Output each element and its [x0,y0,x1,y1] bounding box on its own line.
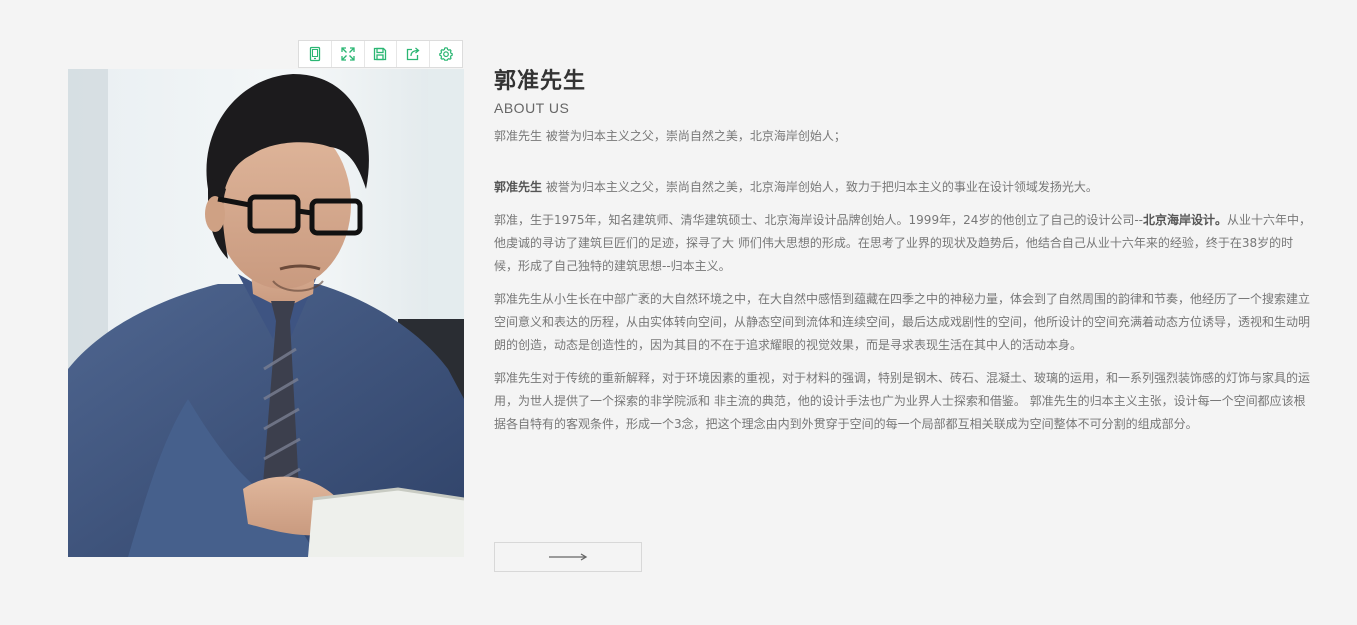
arrow-right-icon [549,553,588,561]
paragraph-1-text: 被誉为归本主义之父，崇尚自然之美，北京海岸创始人，致力于把归本主义的事业在设计领… [542,180,1098,194]
paragraph-3: 郭准先生从小生长在中部广袤的大自然环境之中，在大自然中感悟到蕴藏在四季之中的神秘… [494,292,1311,352]
paragraph-2: 郭准，生于1975年，知名建筑师、清华建筑硕士、北京海岸设计品牌创始人。1999… [494,209,1316,278]
paragraph-2-company: 北京海岸设计。 [1143,213,1228,227]
more-button[interactable] [494,542,642,572]
paragraph-2-before: 郭准，生于1975年，知名建筑师、清华建筑硕士、北京海岸设计品牌创始人。1999… [494,213,1144,227]
save-icon [374,47,387,61]
page-subtitle: ABOUT US [494,100,570,116]
share-button[interactable] [397,41,431,67]
portrait-photo [68,69,464,557]
settings-icon [439,47,453,61]
save-button[interactable] [365,41,398,67]
about-section: 郭准先生 ABOUT US 郭准先生 被誉为归本主义之父，崇尚自然之美，北京海岸… [494,66,1316,436]
paragraph-1: 郭准先生 被誉为归本主义之父，崇尚自然之美，北京海岸创始人，致力于把归本主义的事… [494,176,1316,199]
settings-button[interactable] [430,41,462,67]
share-icon [407,47,420,61]
tablet-view-button[interactable] [299,41,332,67]
page-title: 郭准先生 [494,69,587,94]
intro-text: 郭准先生 被誉为归本主义之父，崇尚自然之美，北京海岸创始人； [494,129,846,143]
paragraph-1-name: 郭准先生 [494,180,543,194]
image-toolbar [298,40,463,68]
fullscreen-button[interactable] [332,41,365,67]
expand-icon [341,47,355,61]
paragraph-4: 郭准先生对于传统的重新解释，对于环境因素的重视，对于材料的强调，特别是钢木、砖石… [494,371,1311,431]
tablet-icon [309,46,321,62]
